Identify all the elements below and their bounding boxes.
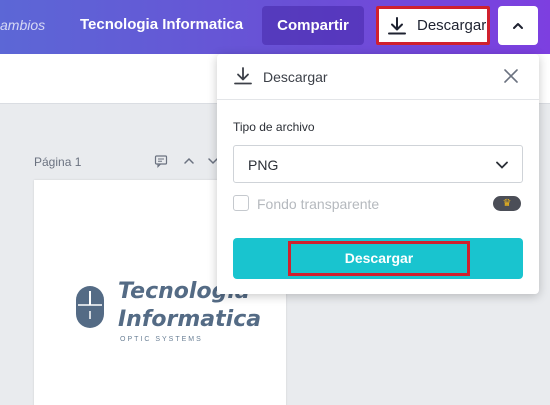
download-icon [234, 67, 252, 85]
file-type-select[interactable]: PNG [233, 145, 523, 183]
chevron-down-icon [496, 161, 508, 169]
logo-tagline: OPTIC SYSTEMS [120, 336, 203, 343]
download-options-toggle[interactable] [498, 6, 538, 45]
changes-saved-text: ambios [0, 17, 46, 33]
document-title[interactable]: Tecnologia Informatica [80, 16, 243, 33]
download-icon [388, 17, 406, 35]
mouse-logo-icon [76, 286, 104, 328]
confirm-download-button[interactable]: Descargar [233, 238, 523, 279]
transparent-background-checkbox[interactable] [233, 195, 249, 211]
file-type-value: PNG [248, 157, 279, 173]
file-type-label: Tipo de archivo [233, 120, 315, 134]
download-panel-header: Descargar [217, 54, 539, 100]
crown-icon: ♛ [493, 196, 521, 211]
chevron-up-icon [513, 23, 523, 29]
download-button[interactable]: Descargar [376, 6, 490, 45]
confirm-download-label: Descargar [288, 241, 470, 276]
download-button-label: Descargar [417, 17, 487, 34]
share-button[interactable]: Compartir [262, 6, 364, 45]
page-label: Página 1 [34, 155, 82, 169]
top-bar: ambios Tecnologia Informatica Compartir … [0, 0, 550, 54]
comment-icon[interactable] [154, 154, 168, 168]
move-page-up-icon[interactable] [182, 154, 196, 168]
download-panel: Descargar Tipo de archivo PNG Fondo tran… [217, 54, 539, 294]
transparent-background-label: Fondo transparente [257, 196, 380, 212]
download-panel-title: Descargar [263, 69, 328, 85]
logo-line-2: Informatica [118, 307, 262, 332]
close-icon[interactable] [503, 68, 519, 84]
